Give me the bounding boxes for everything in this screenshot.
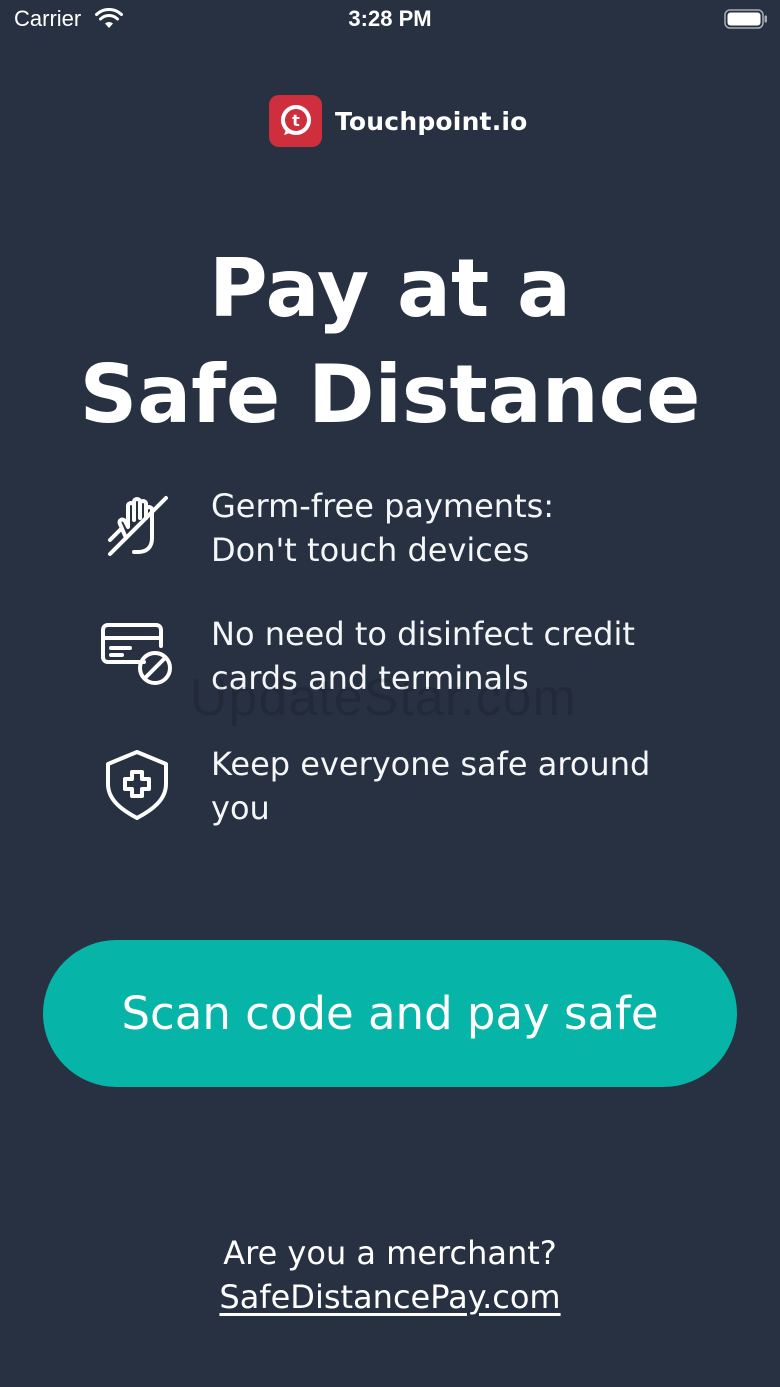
scan-and-pay-button[interactable]: Scan code and pay safe <box>43 940 737 1087</box>
status-bar: Carrier 3:28 PM <box>0 0 780 42</box>
title-line-2: Safe Distance <box>79 348 701 441</box>
merchant-section: Are you a merchant? SafeDistancePay.com <box>0 1231 780 1319</box>
battery-icon <box>724 9 767 29</box>
merchant-link[interactable]: SafeDistancePay.com <box>219 1278 560 1316</box>
card-blocked-icon <box>101 623 172 685</box>
svg-text:t: t <box>292 111 300 130</box>
title-line-1: Pay at a <box>208 242 572 335</box>
feature-text: Keep everyone safe around you <box>211 745 651 827</box>
shield-plus-icon <box>106 750 168 820</box>
brand-logo: t Touchpoint.io <box>269 95 528 147</box>
no-touch-hand-icon <box>108 496 168 556</box>
touchpoint-logo-icon: t <box>269 95 322 147</box>
brand-name: Touchpoint.io <box>335 106 528 136</box>
feature-text: Germ-free payments: Don't touch devices <box>211 487 555 569</box>
merchant-question: Are you a merchant? <box>223 1234 557 1272</box>
clock: 3:28 PM <box>348 6 432 31</box>
watermark: UpdateStar.com <box>190 669 577 727</box>
page-title: Pay at a Safe Distance <box>0 236 780 448</box>
